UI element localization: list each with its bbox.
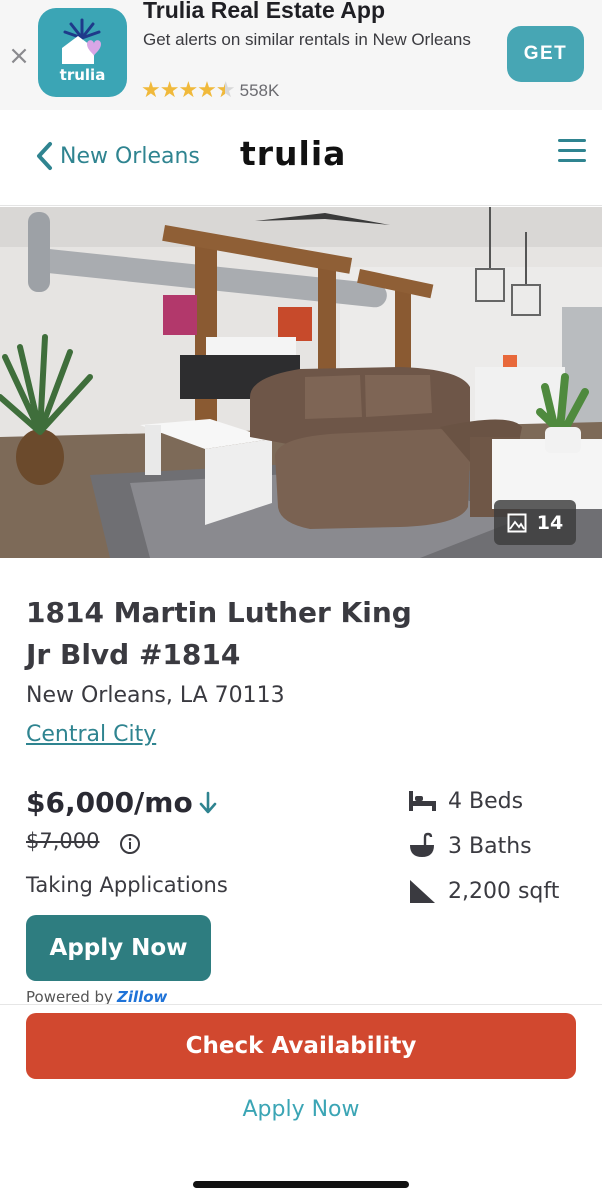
image-icon	[507, 513, 527, 532]
apply-now-link[interactable]: Apply Now	[0, 1097, 602, 1122]
area-icon	[410, 880, 435, 903]
app-rating: ★★★★★★ 558K	[141, 80, 279, 102]
beds-fact: 4 Beds	[407, 786, 523, 816]
banner-subtitle: Get alerts on similar rentals in New Orl…	[143, 30, 471, 49]
previous-price: $7,000	[26, 829, 100, 853]
rating-stars-icon: ★★★★★★	[141, 78, 236, 103]
address-line-2: Jr Blvd #1814	[26, 638, 241, 671]
photo-count-badge[interactable]: 14	[494, 500, 576, 545]
area-label: 2,200 sqft	[448, 878, 560, 904]
baths-fact: 3 Baths	[407, 831, 532, 861]
area-fact: 2,200 sqft	[407, 876, 559, 906]
city-state-zip: New Orleans, LA 70113	[26, 683, 285, 708]
neighborhood-link[interactable]: Central City	[26, 722, 156, 747]
back-link-label: New Orleans	[60, 143, 200, 169]
trulia-logo[interactable]: trulia	[240, 134, 346, 173]
site-header: New Orleans trulia	[0, 110, 602, 206]
price-block: $6,000/mo	[26, 786, 217, 819]
arrow-down-icon	[199, 791, 216, 813]
info-icon[interactable]	[119, 833, 141, 855]
address-line-1: 1814 Martin Luther King	[26, 596, 412, 629]
close-icon[interactable]: ×	[8, 40, 30, 72]
listing-status: Taking Applications	[26, 873, 228, 897]
chevron-left-icon	[37, 142, 52, 170]
get-app-button[interactable]: GET	[507, 26, 584, 82]
bottom-cta-bar: Check Availability Apply Now	[0, 1004, 602, 1200]
banner-title: Trulia Real Estate App	[143, 0, 385, 23]
bed-icon	[409, 791, 436, 811]
back-link[interactable]: New Orleans	[34, 138, 200, 174]
home-indicator[interactable]	[193, 1181, 409, 1188]
powered-by-label: Powered by	[26, 988, 113, 1004]
hamburger-menu-icon[interactable]	[558, 139, 586, 165]
photo-count-value: 14	[536, 511, 564, 534]
trulia-app-icon[interactable]: trulia	[38, 8, 127, 97]
beds-label: 4 Beds	[448, 788, 524, 814]
baths-label: 3 Baths	[448, 833, 532, 859]
apply-now-button[interactable]: Apply Now	[26, 915, 211, 981]
app-install-banner: × trulia Trulia Real Estate App Get aler…	[0, 0, 602, 110]
zillow-brand: Zillow	[116, 988, 168, 1004]
rating-count: 558K	[239, 81, 280, 100]
app-icon-label: trulia	[59, 66, 106, 84]
powered-by-zillow: Powered by Zillow	[26, 988, 167, 1004]
bath-icon	[410, 832, 434, 857]
rent-price: $6,000/mo	[26, 786, 193, 819]
check-availability-button[interactable]: Check Availability	[26, 1013, 576, 1079]
